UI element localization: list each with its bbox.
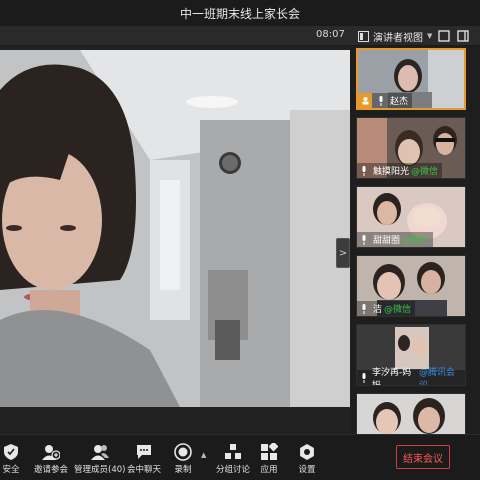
microphone-icon xyxy=(357,370,370,385)
microphone-icon xyxy=(374,93,388,108)
participant-tile[interactable]: 触摸阳光 @微信 xyxy=(356,117,466,179)
invite-button[interactable]: 邀请参会 xyxy=(34,443,68,477)
participant-video xyxy=(357,394,465,434)
breakout-icon xyxy=(225,444,241,459)
participant-name: 赵杰 xyxy=(390,97,409,107)
breakout-button[interactable]: 分组讨论 xyxy=(216,443,250,477)
security-button[interactable]: 安全 xyxy=(2,443,20,477)
meeting-time: 08:07 xyxy=(316,29,345,40)
participant-name: 触摸阳光 xyxy=(373,167,410,177)
top-toolbar: 08:07 演讲者视图 ▼ xyxy=(0,26,480,46)
participant-tile[interactable]: 洁 @微信 xyxy=(356,255,466,317)
participant-source: @微信 xyxy=(411,167,439,177)
participant-tile[interactable]: 李汐再-妈妈 @腾讯会议 xyxy=(356,324,466,386)
collapse-sidebar-button[interactable]: > xyxy=(336,238,350,268)
gear-icon xyxy=(300,444,314,460)
layout-icon xyxy=(358,30,369,42)
speaker-video xyxy=(0,50,350,407)
participant-tile[interactable]: 甜甜圈 @微信 xyxy=(356,186,466,248)
microphone-icon xyxy=(357,232,371,247)
invite-label: 邀请参会 xyxy=(34,465,69,475)
participant-source: @微信 xyxy=(384,305,412,315)
sidebar-toggle-icon[interactable] xyxy=(456,29,470,43)
window-title-bar: 中一班期末线上家长会 xyxy=(0,0,480,26)
participant-name: 甜甜圈 xyxy=(373,236,401,246)
participant-label: 触摸阳光 @微信 xyxy=(357,163,443,178)
chat-button[interactable]: 会中聊天 xyxy=(127,443,161,477)
manage-members-button[interactable]: 管理成员(40) xyxy=(74,443,125,477)
chat-icon xyxy=(137,445,151,459)
participant-label: 洁 @微信 xyxy=(357,301,416,316)
microphone-icon xyxy=(357,301,371,316)
record-icon xyxy=(174,443,192,461)
apps-icon xyxy=(261,443,278,460)
participant-sidebar: 赵杰 触摸阳光 @微信 甜甜圈 @微信 洁 @微信 李汐再-妈妈 @腾讯会议 xyxy=(350,46,480,434)
manage-members-label: 管理成员(40) xyxy=(74,465,126,475)
participant-source: @腾讯会议 xyxy=(419,367,456,386)
participant-label: 李汐再-妈妈 @腾讯会议 xyxy=(357,368,465,385)
meeting-controls-bar: 安全 邀请参会 管理成员(40) 会中聊天 录制 ▲ 分组讨论 应用 设置 结束… xyxy=(0,434,480,480)
participant-source: @微信 xyxy=(402,236,430,246)
add-user-icon xyxy=(42,445,60,460)
participant-tile[interactable] xyxy=(356,393,466,434)
participant-label: 甜甜圈 @微信 xyxy=(357,232,434,247)
fullscreen-icon[interactable] xyxy=(437,29,451,43)
members-icon xyxy=(90,445,109,460)
record-label: 录制 xyxy=(174,465,192,475)
participant-name: 李汐再-妈妈 xyxy=(372,367,412,386)
apps-button[interactable]: 应用 xyxy=(260,443,278,477)
record-options-chevron-icon[interactable]: ▲ xyxy=(201,451,206,459)
microphone-icon xyxy=(357,163,371,178)
shield-icon xyxy=(4,444,18,460)
participant-name: 洁 xyxy=(373,305,383,315)
speaker-video-frame xyxy=(0,50,350,407)
chevron-right-icon: > xyxy=(338,247,348,259)
chevron-down-icon: ▼ xyxy=(427,32,433,40)
settings-label: 设置 xyxy=(298,465,316,475)
security-label: 安全 xyxy=(2,465,20,475)
meeting-title: 中一班期末线上家长会 xyxy=(179,6,300,21)
record-button[interactable]: 录制 xyxy=(174,443,192,477)
view-mode-label: 演讲者视图 xyxy=(373,32,423,44)
breakout-label: 分组讨论 xyxy=(216,465,251,475)
settings-button[interactable]: 设置 xyxy=(298,443,316,477)
chat-label: 会中聊天 xyxy=(127,465,162,475)
host-icon xyxy=(358,93,372,108)
participant-tile[interactable]: 赵杰 xyxy=(356,48,466,110)
end-meeting-button[interactable]: 结束会议 xyxy=(396,445,450,469)
apps-label: 应用 xyxy=(260,465,278,475)
view-mode-dropdown[interactable]: 演讲者视图 ▼ xyxy=(358,28,432,44)
participant-label: 赵杰 xyxy=(358,93,413,108)
